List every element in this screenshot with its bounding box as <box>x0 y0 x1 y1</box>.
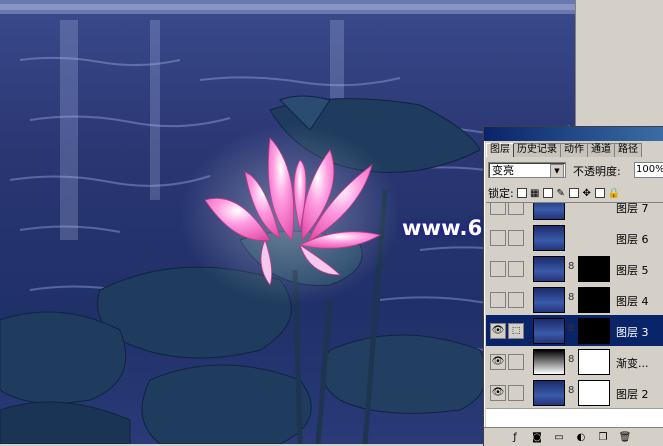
layer-thumbnail[interactable] <box>533 225 565 251</box>
tab-layers[interactable]: 图层 <box>486 143 514 157</box>
layer-name: 图层 2 <box>616 388 649 401</box>
add-mask-icon[interactable]: ◙ <box>530 431 544 444</box>
link-icon[interactable] <box>508 230 524 246</box>
layer-thumbnail[interactable] <box>533 256 565 282</box>
layer-name: 图层 6 <box>616 233 649 246</box>
eye-icon[interactable] <box>490 261 506 277</box>
palette-tabs: 图层 历史记录 动作 通道 路径 <box>486 143 642 157</box>
chevron-down-icon: ▼ <box>550 164 564 178</box>
layer-thumbnail[interactable] <box>533 287 565 313</box>
chain-icon[interactable]: 8 <box>568 292 574 303</box>
opacity-label: 不透明度: <box>573 165 621 178</box>
layer-row[interactable]: 8 图层 4 <box>486 284 663 316</box>
layer-row[interactable]: 👁 8 渐变... <box>486 346 663 378</box>
trash-icon[interactable]: 🗑 <box>618 431 632 444</box>
layer-name: 图层 4 <box>616 295 649 308</box>
tab-actions[interactable]: 动作 <box>560 143 588 157</box>
chain-icon[interactable]: 8 <box>568 354 574 365</box>
eye-icon[interactable] <box>490 230 506 246</box>
layer-mask-thumbnail[interactable] <box>578 256 610 282</box>
lock-position-checkbox[interactable] <box>568 188 579 198</box>
layer-name: 渐变... <box>616 357 649 370</box>
layer-row[interactable]: 图层 7 <box>486 202 663 223</box>
layers-list[interactable]: 图层 7 图层 6 8 图层 5 8 图层 4 👁 ⬚ 8 图层 3 👁 8 渐变... 👁 8 图层 2 <box>486 202 663 427</box>
tab-channels[interactable]: 通道 <box>587 143 615 157</box>
layer-name: 图层 7 <box>616 202 649 215</box>
layer-row[interactable]: 👁 8 图层 2 <box>486 377 663 409</box>
eye-icon[interactable] <box>490 203 506 215</box>
lock-transparency-checkbox[interactable] <box>516 188 527 198</box>
link-icon[interactable] <box>508 261 524 277</box>
lock-label: 锁定: <box>488 187 514 200</box>
layers-palette[interactable]: 图层 历史记录 动作 通道 路径 变亮 ▼ 不透明度: 100% 锁定: ▦ ✎… <box>483 126 663 446</box>
lock-row: 锁定: ▦ ✎ ✥ 🔒 <box>488 185 662 201</box>
layer-thumbnail[interactable] <box>533 203 565 220</box>
chain-icon[interactable]: 8 <box>568 261 574 272</box>
chain-icon[interactable]: 8 <box>568 323 574 334</box>
tab-paths[interactable]: 路径 <box>614 143 642 157</box>
layer-mask-thumbnail[interactable] <box>578 349 610 375</box>
layer-style-icon[interactable]: ƒ <box>508 431 522 444</box>
chain-icon[interactable]: 8 <box>568 385 574 396</box>
blend-mode-value: 变亮 <box>492 164 514 177</box>
link-icon[interactable] <box>508 354 524 370</box>
layer-mask-thumbnail[interactable] <box>578 380 610 406</box>
lock-icon: 🔒 <box>607 187 621 199</box>
layer-mask-thumbnail[interactable] <box>578 287 610 313</box>
layer-mask-thumbnail[interactable] <box>578 318 610 344</box>
link-icon[interactable] <box>508 385 524 401</box>
palette-title-bar[interactable] <box>484 127 663 141</box>
tab-history[interactable]: 历史记录 <box>513 143 561 157</box>
palette-bottom-bar: ƒ ◙ ▭ ◐ ❐ 🗑 <box>484 427 663 446</box>
layer-row[interactable]: 图层 6 <box>486 222 663 254</box>
brush-icon: ✎ <box>556 187 565 199</box>
link-icon[interactable] <box>508 292 524 308</box>
layer-row[interactable]: 👁 ⬚ 8 图层 3 <box>486 315 663 347</box>
blend-mode-select[interactable]: 变亮 ▼ <box>488 162 566 178</box>
blend-row: 变亮 ▼ 不透明度: 100% <box>488 162 663 180</box>
eye-icon[interactable]: 👁 <box>490 354 506 370</box>
eye-icon[interactable]: 👁 <box>490 385 506 401</box>
layer-thumbnail[interactable] <box>533 349 565 375</box>
layer-thumbnail[interactable] <box>533 380 565 406</box>
move-icon: ✥ <box>582 187 591 199</box>
adjustment-layer-icon[interactable]: ◐ <box>574 431 588 444</box>
eye-icon[interactable]: 👁 <box>490 323 506 339</box>
opacity-input[interactable]: 100% <box>634 162 663 178</box>
eye-icon[interactable] <box>490 292 506 308</box>
link-icon[interactable] <box>508 203 524 215</box>
layer-thumbnail[interactable] <box>533 318 565 344</box>
new-layer-icon[interactable]: ❐ <box>596 431 610 444</box>
layer-name: 图层 3 <box>616 326 649 339</box>
new-group-icon[interactable]: ▭ <box>552 431 566 444</box>
checker-icon: ▦ <box>529 187 540 199</box>
canvas-pasteboard <box>575 0 663 128</box>
layer-name: 图层 5 <box>616 264 649 277</box>
lock-all-checkbox[interactable] <box>594 188 605 198</box>
link-icon[interactable]: ⬚ <box>508 323 524 339</box>
layer-row[interactable]: 8 图层 5 <box>486 253 663 285</box>
lock-pixels-checkbox[interactable] <box>542 188 553 198</box>
